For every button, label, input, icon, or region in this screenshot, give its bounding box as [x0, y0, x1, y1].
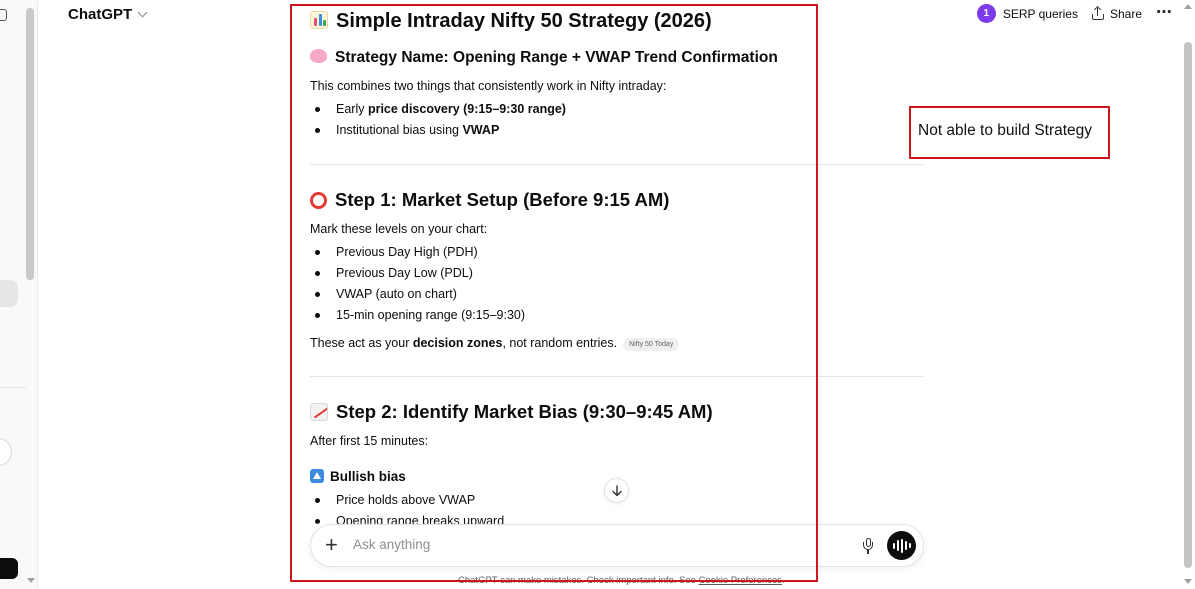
bar-chart-icon [310, 11, 328, 29]
list-item: Previous Day Low (PDL) [310, 265, 525, 286]
list-item: Price holds above VWAP [310, 492, 504, 513]
disclaimer: ChatGPT can make mistakes. Check importa… [458, 575, 785, 586]
sidebar-toggle-icon[interactable] [0, 9, 7, 21]
bullish-heading: Bullish bias [310, 469, 406, 484]
list-item: Institutional bias using VWAP [310, 122, 566, 143]
up-arrow-icon [310, 469, 324, 483]
project-name: SERP queries [1002, 6, 1078, 21]
model-switcher[interactable]: ChatGPT [62, 4, 152, 25]
list-item: Early price discovery (9:15–9:30 range) [310, 101, 566, 122]
project-button[interactable]: 1 SERP queries [976, 4, 1078, 23]
page-scrollbar[interactable] [1184, 42, 1192, 568]
prompt-input[interactable] [353, 537, 833, 552]
list-item: Previous Day High (PDH) [310, 244, 525, 265]
section-divider [310, 164, 924, 165]
sidebar-active-item[interactable] [0, 280, 18, 307]
plus-icon[interactable]: + [325, 534, 338, 556]
project-badge: 1 [976, 4, 996, 23]
intro-text: This combines two things that consistent… [310, 79, 667, 93]
voice-mode-button[interactable] [887, 531, 916, 560]
page-scroll-up-arrow[interactable] [1184, 4, 1192, 9]
brain-icon [310, 49, 327, 63]
step1-note: These act as your decision zones, not ra… [310, 336, 680, 351]
share-button[interactable]: Share [1091, 5, 1142, 21]
annotation-note-box: Not able to build Strategy [909, 106, 1110, 159]
header-actions: 1 SERP queries Share ⋯ [976, 2, 1172, 23]
microphone-icon[interactable] [863, 538, 873, 554]
sidebar-avatar[interactable] [0, 438, 12, 466]
model-name: ChatGPT [68, 6, 133, 23]
step2-heading: Step 2: Identify Market Bias (9:30–9:45 … [310, 401, 713, 423]
section-divider [310, 376, 924, 377]
intro-list: Early price discovery (9:15–9:30 range) … [310, 101, 566, 143]
chart-increasing-icon [310, 403, 328, 421]
arrow-down-icon [611, 484, 622, 496]
more-options-icon[interactable]: ⋯ [1156, 2, 1172, 22]
scroll-to-bottom-button[interactable] [604, 478, 629, 503]
strategy-heading: Strategy Name: Opening Range + VWAP Tren… [310, 49, 778, 67]
composer: + [310, 524, 924, 567]
share-label: Share [1109, 6, 1142, 21]
article-title: Simple Intraday Nifty 50 Strategy (2026) [310, 10, 712, 33]
step1-heading: Step 1: Market Setup (Before 9:15 AM) [310, 189, 669, 211]
sidebar [0, 0, 38, 589]
page-scroll-down-arrow[interactable] [1184, 579, 1192, 584]
sidebar-scrollbar[interactable] [26, 8, 34, 280]
step1-intro: Mark these levels on your chart: [310, 222, 488, 236]
step1-list: Previous Day High (PDH) Previous Day Low… [310, 244, 525, 328]
list-item: VWAP (auto on chart) [310, 286, 525, 307]
chevron-down-icon [137, 7, 148, 18]
share-icon [1091, 5, 1104, 20]
sidebar-scroll-down-arrow[interactable] [27, 578, 35, 583]
citation-chip[interactable]: Nifty 50 Today [623, 338, 680, 351]
alarm-clock-icon [310, 192, 327, 209]
annotation-note-text: Not able to build Strategy [918, 122, 1093, 139]
cookie-preferences-link[interactable]: Cookie Preferences [699, 575, 782, 586]
sidebar-upgrade-button[interactable] [0, 558, 18, 579]
sidebar-divider [0, 387, 26, 388]
step2-intro: After first 15 minutes: [310, 434, 429, 448]
list-item: 15-min opening range (9:15–9:30) [310, 307, 525, 328]
